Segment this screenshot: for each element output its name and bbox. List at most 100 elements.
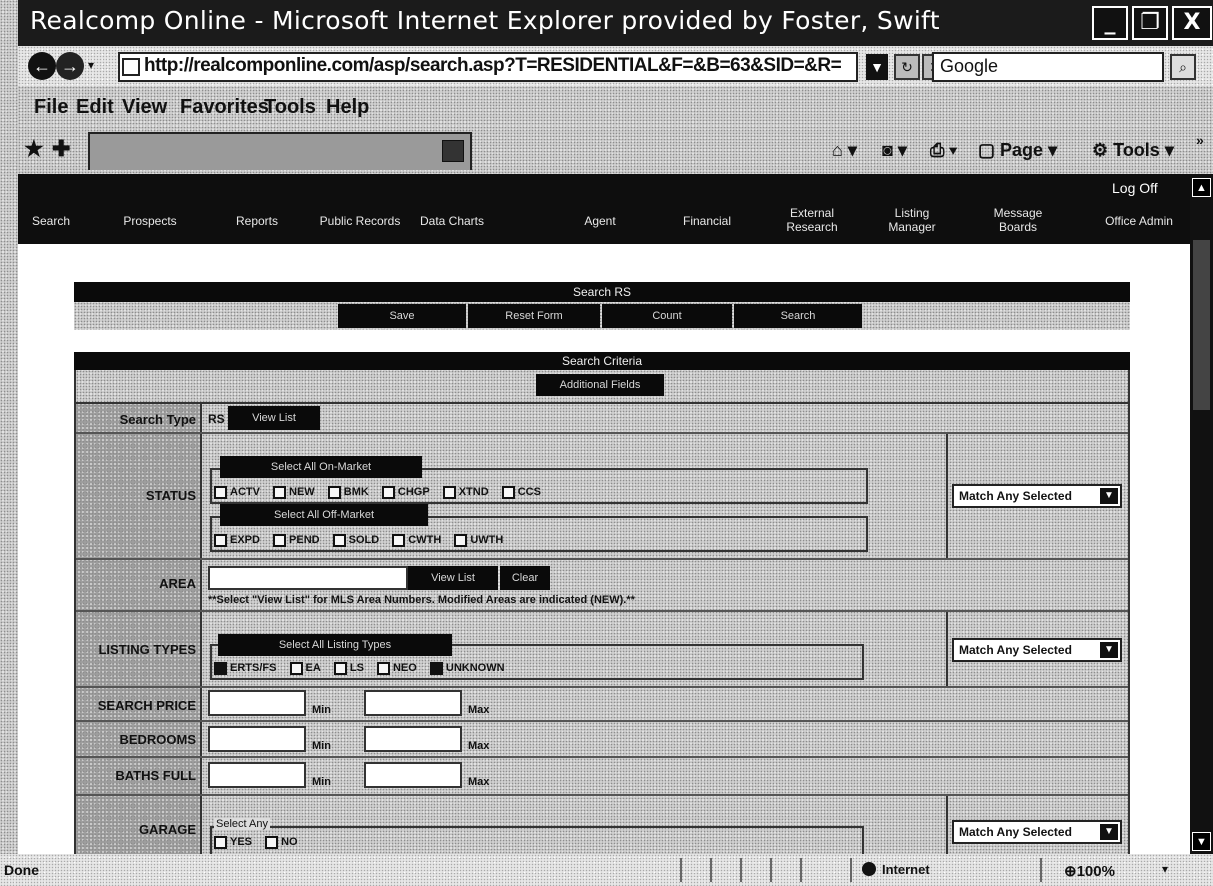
search-button[interactable]: Search <box>734 304 862 328</box>
status-bmk[interactable]: BMK <box>327 486 369 499</box>
checkbox[interactable] <box>381 486 395 499</box>
area-input[interactable] <box>208 566 408 590</box>
checkbox-checked[interactable] <box>214 662 227 675</box>
garage-yes[interactable]: YES <box>214 836 252 849</box>
area-clear-button[interactable]: Clear <box>500 566 550 590</box>
status-chgp[interactable]: CHGP <box>381 486 430 499</box>
garage-no[interactable]: NO <box>265 836 298 849</box>
nav-search[interactable]: Search <box>22 214 80 228</box>
status-sold[interactable]: SOLD <box>332 534 379 547</box>
listing-type-unknown[interactable]: UNKNOWN <box>429 662 505 675</box>
checkbox[interactable] <box>332 534 346 547</box>
status-xtnd[interactable]: XTND <box>442 486 489 499</box>
minimize-button[interactable]: _ <box>1092 6 1128 40</box>
feeds-icon[interactable]: ◙ ▾ <box>882 140 907 161</box>
reset-form-button[interactable]: Reset Form <box>468 304 600 328</box>
nav-reports[interactable]: Reports <box>222 214 292 228</box>
checkbox[interactable] <box>289 662 303 675</box>
nav-message-boards[interactable]: Message Boards <box>990 206 1046 234</box>
bedrooms-max-input[interactable] <box>364 726 462 752</box>
forward-button[interactable]: → <box>56 52 84 80</box>
menu-edit[interactable]: Edit <box>76 96 114 119</box>
checkbox-checked[interactable] <box>429 662 443 675</box>
maximize-button[interactable]: ❐ <box>1132 6 1168 40</box>
checkbox[interactable] <box>273 486 287 499</box>
nav-listing-manager[interactable]: Listing Manager <box>884 206 940 234</box>
refresh-button[interactable]: ↻ <box>894 54 920 80</box>
listing-type-neo[interactable]: NEO <box>376 662 417 675</box>
print-icon[interactable]: ⎙ ▾ <box>930 140 957 161</box>
checkbox[interactable] <box>214 486 227 499</box>
scroll-down-icon[interactable]: ▼ <box>1192 832 1211 851</box>
checkbox[interactable] <box>442 486 456 499</box>
address-url[interactable]: http://realcomponline.com/asp/search.asp… <box>144 55 842 77</box>
listing-type-ea[interactable]: EA <box>289 662 321 675</box>
search-type-view-list-button[interactable]: View List <box>228 406 320 430</box>
scrollbar-thumb[interactable] <box>1193 240 1210 410</box>
bedrooms-min-input[interactable] <box>208 726 306 752</box>
status-new[interactable]: NEW <box>273 486 315 499</box>
status-ccs[interactable]: CCS <box>501 486 541 499</box>
menu-view[interactable]: View <box>122 96 167 119</box>
count-button[interactable]: Count <box>602 304 732 328</box>
history-dropdown-icon[interactable]: ▾ <box>88 58 94 72</box>
status-cwth[interactable]: CWTH <box>392 534 441 547</box>
zoom-dropdown-icon[interactable]: ▾ <box>1162 862 1168 876</box>
select-all-off-market-button[interactable]: Select All Off-Market <box>220 504 428 526</box>
logoff-link[interactable]: Log Off <box>1112 180 1158 196</box>
baths-max-input[interactable] <box>364 762 462 788</box>
tools-menu[interactable]: ⚙ Tools ▾ <box>1092 140 1174 161</box>
listing-type-erts[interactable]: ERTS/FS <box>214 662 276 675</box>
nav-prospects[interactable]: Prospects <box>110 214 190 228</box>
save-button[interactable]: Save <box>338 304 466 328</box>
back-button[interactable]: ← <box>28 52 56 80</box>
checkbox[interactable] <box>214 836 227 849</box>
favorites-star-icon[interactable]: ★ <box>24 136 44 162</box>
search-go-button[interactable]: ⌕ <box>1170 54 1196 80</box>
checkbox[interactable] <box>214 534 227 547</box>
checkbox[interactable] <box>265 836 279 849</box>
checkbox[interactable] <box>501 486 515 499</box>
checkbox[interactable] <box>273 534 287 547</box>
garage-match-select[interactable]: Match Any Selected ▼ <box>952 820 1122 844</box>
home-icon[interactable]: ⌂ ▾ <box>832 140 857 161</box>
additional-fields-button[interactable]: Additional Fields <box>536 374 664 396</box>
search-price-max-input[interactable] <box>364 690 462 716</box>
address-dropdown-button[interactable]: ▼ <box>866 54 888 80</box>
menu-favorites[interactable]: Favorites <box>180 96 269 119</box>
menu-help[interactable]: Help <box>326 96 369 119</box>
menu-tools[interactable]: Tools <box>264 96 316 119</box>
listing-types-match-select[interactable]: Match Any Selected ▼ <box>952 638 1122 662</box>
status-match-select[interactable]: Match Any Selected ▼ <box>952 484 1122 508</box>
nav-external-research[interactable]: External Research <box>782 206 842 234</box>
nav-financial[interactable]: Financial <box>672 214 742 228</box>
scroll-up-icon[interactable]: ▲ <box>1192 178 1211 197</box>
page-menu[interactable]: ▢ Page ▾ <box>978 140 1057 161</box>
checkbox[interactable] <box>392 534 406 547</box>
browser-tab[interactable] <box>88 132 472 170</box>
chevron-more-icon[interactable]: » <box>1196 132 1204 148</box>
area-view-list-button[interactable]: View List <box>408 566 498 590</box>
checkbox[interactable] <box>454 534 468 547</box>
nav-agent[interactable]: Agent <box>570 214 630 228</box>
status-expd[interactable]: EXPD <box>214 534 260 547</box>
menu-file[interactable]: File <box>34 96 68 119</box>
status-actv[interactable]: ACTV <box>214 486 260 499</box>
zoom-level[interactable]: ⊕100% <box>1064 862 1115 880</box>
baths-min-input[interactable] <box>208 762 306 788</box>
search-price-min-input[interactable] <box>208 690 306 716</box>
tab-close-icon[interactable] <box>442 140 464 162</box>
add-favorite-icon[interactable]: ✚ <box>52 136 70 162</box>
nav-data-charts[interactable]: Data Charts <box>408 214 496 228</box>
nav-public-records[interactable]: Public Records <box>316 214 404 228</box>
checkbox[interactable] <box>327 486 341 499</box>
checkbox[interactable] <box>333 662 347 675</box>
close-button[interactable]: X <box>1172 6 1212 40</box>
listing-type-ls[interactable]: LS <box>333 662 364 675</box>
select-all-on-market-button[interactable]: Select All On-Market <box>220 456 422 478</box>
status-uwth[interactable]: UWTH <box>454 534 503 547</box>
select-all-listing-types-button[interactable]: Select All Listing Types <box>218 634 452 656</box>
nav-office-admin[interactable]: Office Admin <box>1096 214 1182 228</box>
checkbox[interactable] <box>376 662 390 675</box>
status-pend[interactable]: PEND <box>273 534 320 547</box>
